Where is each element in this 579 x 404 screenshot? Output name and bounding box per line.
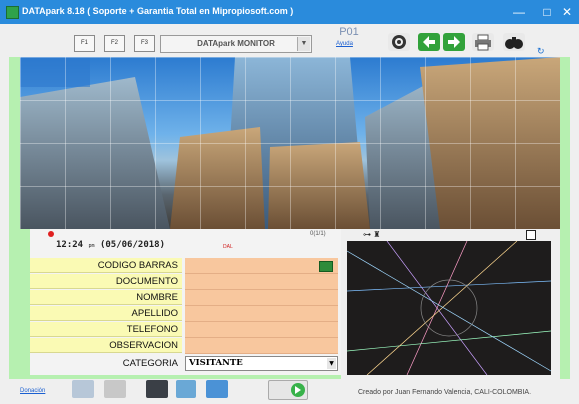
- checkbox[interactable]: [526, 230, 536, 240]
- minimize-button[interactable]: —: [505, 0, 533, 24]
- binoculars-icon[interactable]: [503, 33, 525, 51]
- f3-button[interactable]: F3: [134, 35, 155, 52]
- record-indicator: [48, 231, 54, 237]
- help-link[interactable]: Ayuda: [336, 41, 353, 47]
- close-button[interactable]: ✕: [553, 0, 579, 24]
- document-icon[interactable]: [104, 380, 126, 398]
- clock-date: (05/06/2018): [99, 240, 165, 250]
- credit-text: Creado por Juan Fernando Valencia, CALI-…: [358, 389, 532, 396]
- document-label: DOCUMENTO: [30, 274, 182, 289]
- enter-button[interactable]: [268, 380, 308, 400]
- chevron-down-icon: ▼: [297, 37, 310, 51]
- image-icon[interactable]: [176, 380, 196, 398]
- surname-field[interactable]: [185, 306, 338, 322]
- category-select[interactable]: VISITANTE ▼: [185, 356, 338, 371]
- category-label: CATEGORIA: [30, 356, 182, 371]
- observation-label: OBSERVACION: [30, 338, 182, 353]
- dal-label: DAL: [223, 244, 233, 250]
- category-value: VISITANTE: [189, 358, 243, 368]
- clock-time: 12:24: [56, 240, 84, 250]
- f2-button[interactable]: F2: [104, 35, 125, 52]
- clock: 12:24 pm (05/06/2018): [56, 240, 165, 250]
- computer-icon[interactable]: [72, 380, 94, 398]
- document-field[interactable]: [185, 274, 338, 290]
- camera-view: [347, 241, 551, 375]
- camera-icon[interactable]: [388, 33, 410, 51]
- title-bar: DATApark 8.18 ( Soporte + Garantia Total…: [0, 0, 579, 24]
- name-field[interactable]: [185, 290, 338, 306]
- monitor-select-value: DATApark MONITOR: [197, 39, 275, 48]
- f1-button[interactable]: F1: [74, 35, 95, 52]
- app-icon: [6, 6, 19, 19]
- toolbar: F1 F2 F3 DATApark MONITOR ▼ P01 Ayuda ↻: [0, 24, 579, 58]
- barcode-label: CODIGO BARRAS: [30, 258, 182, 273]
- basket-icon[interactable]: [146, 380, 168, 398]
- donation-link[interactable]: Donación: [20, 388, 45, 394]
- clock-ampm: pm: [88, 243, 95, 249]
- name-label: NOMBRE: [30, 290, 182, 305]
- printer-icon[interactable]: [472, 33, 494, 51]
- station-label: P01: [339, 26, 359, 38]
- observation-field[interactable]: [185, 338, 338, 354]
- barcode-field[interactable]: [185, 258, 338, 274]
- back-arrow-icon[interactable]: [418, 33, 440, 51]
- monitor-icon[interactable]: [206, 380, 228, 398]
- forward-arrow-icon[interactable]: [443, 33, 465, 51]
- monitor-select[interactable]: DATApark MONITOR ▼: [160, 35, 312, 53]
- phone-label: TELEFONO: [30, 322, 182, 337]
- record-counter: 0(1/1): [310, 231, 326, 237]
- chevron-down-icon: ▼: [327, 358, 336, 369]
- barcode-icon[interactable]: [319, 261, 333, 272]
- window-title: DATApark 8.18 ( Soporte + Garantia Total…: [22, 6, 294, 16]
- time-row: 12:24 pm (05/06/2018): [30, 238, 341, 254]
- header-photo: [20, 57, 560, 229]
- aperture-icon: [347, 241, 551, 375]
- refresh-icon[interactable]: ↻: [537, 46, 545, 57]
- key-icon[interactable]: ⊶ ♜: [363, 230, 380, 239]
- surname-label: APELLIDO: [30, 306, 182, 321]
- phone-field[interactable]: [185, 322, 338, 338]
- grid-overlay: [20, 57, 560, 229]
